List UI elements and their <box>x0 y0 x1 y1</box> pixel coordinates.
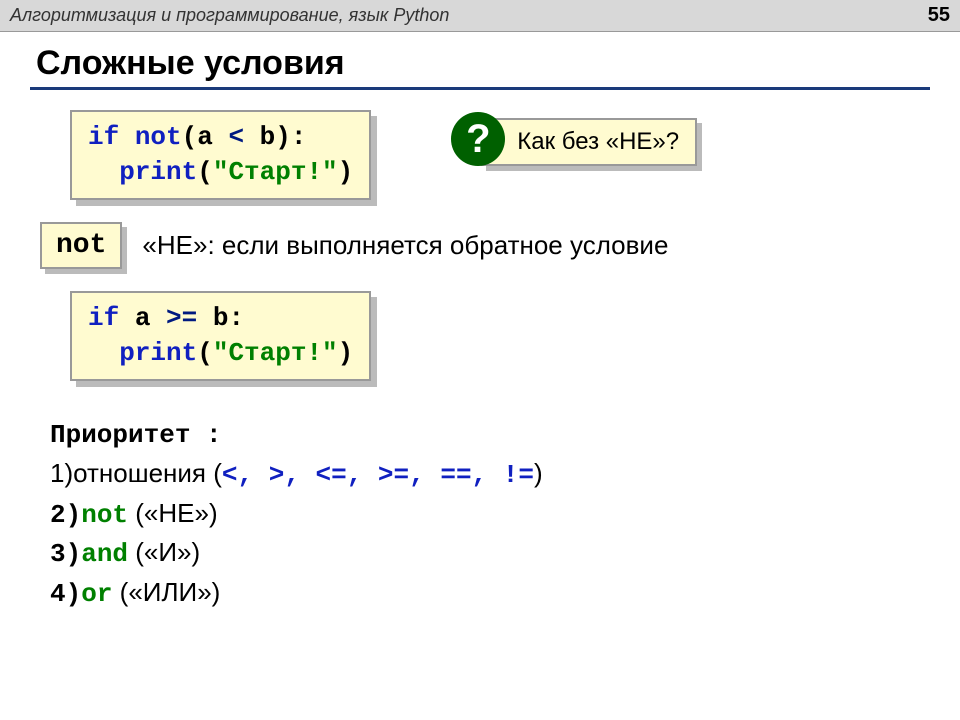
p3-num: 3) <box>50 539 81 569</box>
page-number: 55 <box>928 4 950 27</box>
p4-num: 4) <box>50 579 81 609</box>
header-title: Алгоритмизация и программирование, язык … <box>10 5 449 26</box>
expr-open: (a <box>182 122 229 152</box>
slide-content: Сложные условия if not(a < b): print("Ст… <box>0 32 960 634</box>
main-title: Сложные условия <box>30 40 930 90</box>
p4-kw: or <box>81 579 112 609</box>
string-literal-2: "Старт!" <box>213 338 338 368</box>
p1-pre: 1)отношения ( <box>50 458 222 488</box>
kw-if-2: if <box>88 303 119 333</box>
paren-open: ( <box>197 157 213 187</box>
p3-post: («И») <box>128 537 200 567</box>
not-keyword-box: not <box>40 222 122 269</box>
expr-a: a <box>119 303 166 333</box>
code-box-1: if not(a < b): print("Старт!") <box>70 110 371 200</box>
p3-kw: and <box>81 539 128 569</box>
kw-not: not <box>135 122 182 152</box>
paren-close: ) <box>338 157 354 187</box>
priority-line-3: 3)and («И») <box>50 534 930 574</box>
p1-ops: <, >, <=, >=, ==, != <box>222 460 534 490</box>
p1-post: ) <box>534 458 543 488</box>
expr-close: b): <box>244 122 306 152</box>
code-box-2: if a >= b: print("Старт!") <box>70 291 371 381</box>
slide-header: Алгоритмизация и программирование, язык … <box>0 0 960 32</box>
priority-line-1: 1)отношения (<, >, <=, >=, ==, !=) <box>50 455 930 495</box>
callout-wrap: ? Как без «НЕ»? <box>481 118 697 166</box>
print-kw: print <box>119 157 197 187</box>
p2-kw: not <box>81 500 128 530</box>
priority-line-4: 4)or («ИЛИ») <box>50 574 930 614</box>
question-mark-icon: ? <box>451 112 505 166</box>
lt-op: < <box>228 122 244 152</box>
print-kw-2: print <box>119 338 197 368</box>
string-literal: "Старт!" <box>213 157 338 187</box>
not-row: not «НЕ»: если выполняется обратное усло… <box>40 222 930 269</box>
paren-open-2: ( <box>197 338 213 368</box>
callout-box: Как без «НЕ»? <box>481 118 697 166</box>
priority-title: Приоритет : <box>50 417 930 455</box>
priority-block: Приоритет : 1)отношения (<, >, <=, >=, =… <box>50 417 930 613</box>
expr-b: b: <box>197 303 244 333</box>
p2-num: 2) <box>50 500 81 530</box>
gte-op: >= <box>166 303 197 333</box>
priority-line-2: 2)not («НЕ») <box>50 495 930 535</box>
paren-close-2: ) <box>338 338 354 368</box>
not-description: «НЕ»: если выполняется обратное условие <box>142 230 668 261</box>
p2-post: («НЕ») <box>128 498 218 528</box>
code-row-2: if a >= b: print("Старт!") <box>70 291 930 381</box>
code-row-1: if not(a < b): print("Старт!") ? Как без… <box>70 110 930 200</box>
p4-post: («ИЛИ») <box>112 577 220 607</box>
kw-if: if <box>88 122 119 152</box>
